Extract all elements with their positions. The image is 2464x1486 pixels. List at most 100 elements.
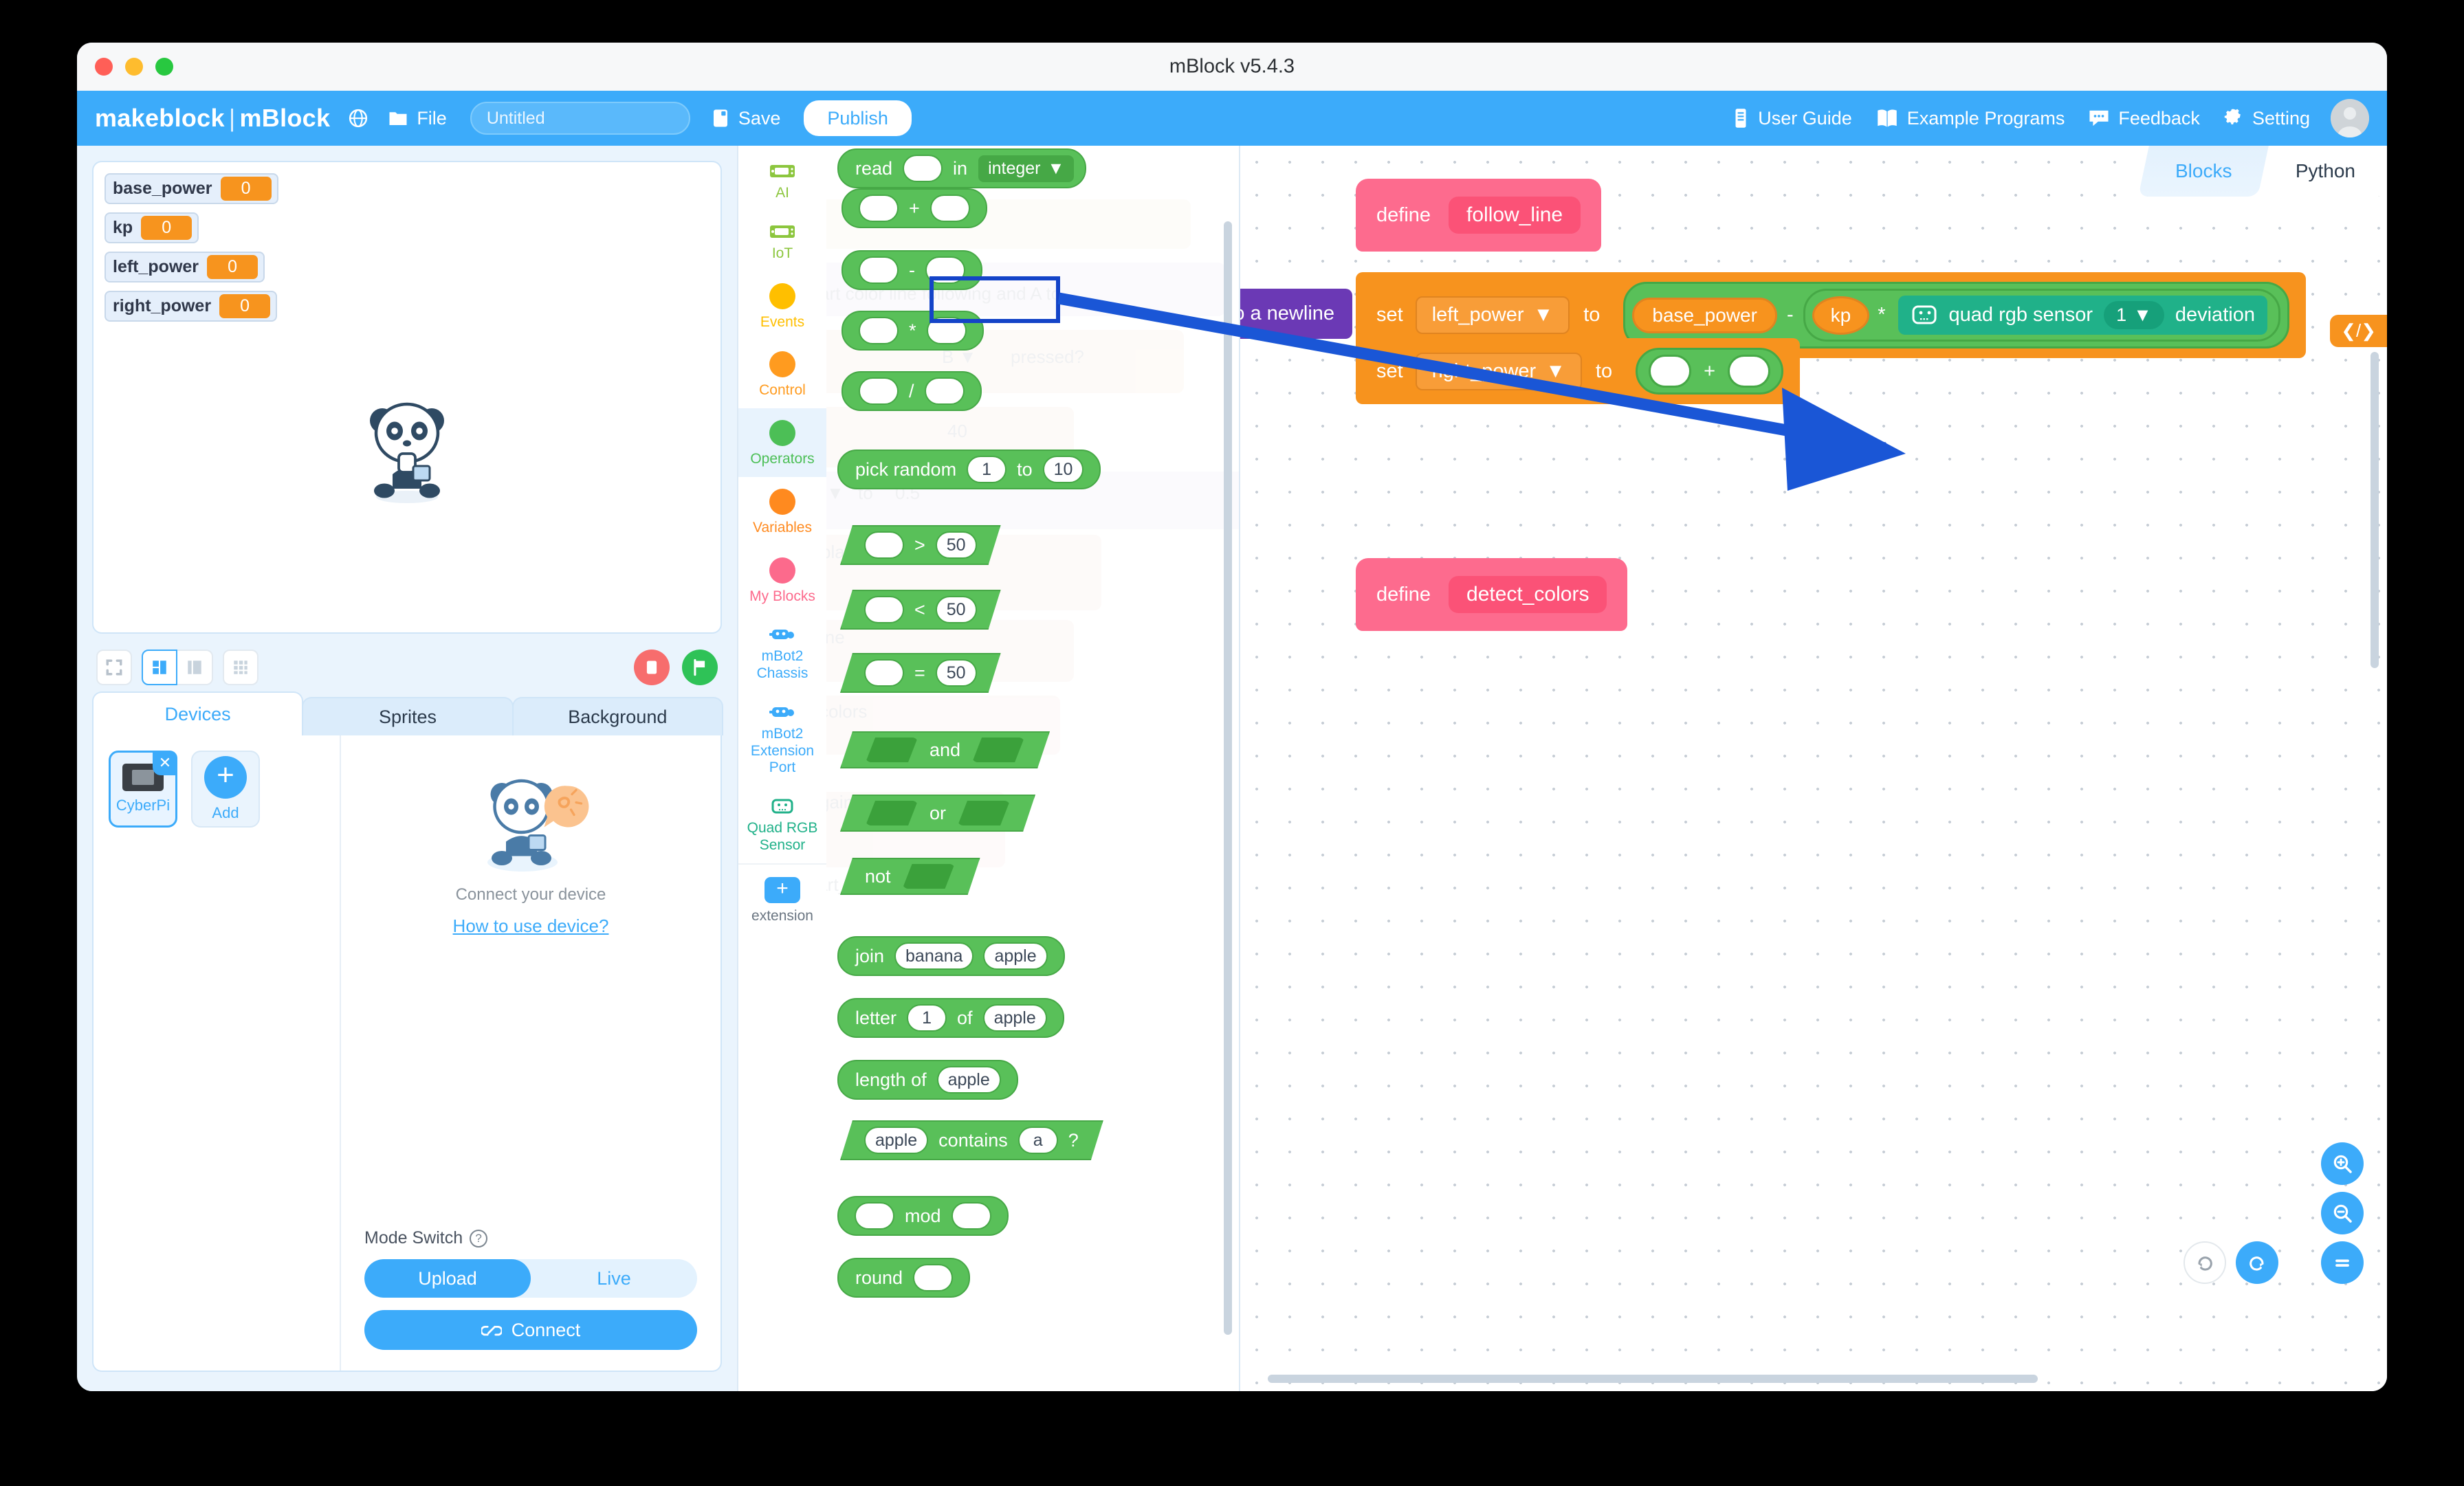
category-events[interactable]: Events bbox=[738, 271, 826, 340]
operator-add-dropped[interactable]: + bbox=[1636, 348, 1784, 395]
zoom-in-button[interactable] bbox=[2321, 1142, 2364, 1185]
avatar[interactable] bbox=[2331, 99, 2369, 137]
script-block-set-right-power[interactable]: set right_power ▼ to + bbox=[1356, 338, 1801, 404]
variable-monitor[interactable]: left_power 0 bbox=[104, 252, 265, 282]
greater-right-slot[interactable]: 50 bbox=[936, 531, 977, 559]
tab-devices[interactable]: Devices bbox=[92, 691, 304, 735]
connect-button[interactable]: Connect bbox=[364, 1310, 697, 1350]
custom-block-name[interactable]: detect_colors bbox=[1449, 576, 1607, 613]
set-right-variable-dropdown[interactable]: right_power ▼ bbox=[1415, 352, 1582, 390]
stage[interactable]: base_power 0 kp 0 left_power 0 right_pow… bbox=[92, 161, 722, 634]
category-ai[interactable]: AI bbox=[738, 146, 826, 211]
quad-rgb-sensor-block[interactable]: quad rgb sensor 1 ▼ deviation bbox=[1898, 296, 2267, 335]
letter-index-slot[interactable]: 1 bbox=[907, 1004, 947, 1032]
redo-button[interactable] bbox=[2184, 1241, 2226, 1284]
divide-right-slot[interactable] bbox=[924, 377, 965, 405]
variable-monitor[interactable]: base_power 0 bbox=[104, 173, 278, 204]
palette-block-pick-random[interactable]: pick random 1 to 10 bbox=[837, 450, 1101, 489]
question-icon[interactable]: ? bbox=[470, 1229, 488, 1247]
subtract-right-slot[interactable] bbox=[925, 256, 965, 284]
palette-block-and[interactable]: and bbox=[840, 731, 1050, 768]
palette-block-divide[interactable]: / bbox=[842, 371, 982, 411]
publish-button[interactable]: Publish bbox=[804, 100, 912, 136]
palette-block-add[interactable]: + bbox=[842, 188, 987, 228]
file-menu-button[interactable]: File bbox=[388, 108, 447, 129]
stage-grid-button[interactable] bbox=[223, 650, 258, 685]
category-quad-rgb-sensor[interactable]: Quad RGB Sensor bbox=[738, 786, 826, 863]
palette-block-join[interactable]: join banana apple bbox=[837, 936, 1065, 976]
pick-random-from-slot[interactable]: 1 bbox=[967, 456, 1007, 483]
pick-random-to-slot[interactable]: 10 bbox=[1042, 456, 1084, 483]
device-card-cyberpi[interactable]: ✕ CyberPi bbox=[109, 751, 177, 828]
mode-upload-button[interactable]: Upload bbox=[364, 1259, 531, 1298]
mod-right-slot[interactable] bbox=[951, 1202, 991, 1230]
palette-block-or[interactable]: or bbox=[840, 795, 1035, 832]
add-extension-button[interactable]: + extension bbox=[738, 863, 826, 934]
green-flag-button[interactable] bbox=[682, 650, 718, 685]
equal-left-slot[interactable] bbox=[864, 659, 904, 687]
set-left-variable-dropdown[interactable]: left_power ▼ bbox=[1415, 296, 1570, 334]
or-left-slot[interactable] bbox=[866, 801, 918, 825]
script-block-purple-newline[interactable]: stop and move to a newline bbox=[1240, 289, 1353, 339]
palette-block-length-of[interactable]: length of apple bbox=[837, 1060, 1018, 1100]
and-left-slot[interactable] bbox=[866, 738, 918, 762]
category-mbot2-extension-port[interactable]: mBot2 Extension Port bbox=[738, 691, 826, 786]
add-device-button[interactable]: + Add bbox=[191, 751, 260, 828]
stage-size-large-button[interactable] bbox=[142, 650, 177, 685]
project-name-input[interactable] bbox=[470, 102, 690, 135]
panda-sprite[interactable] bbox=[355, 389, 459, 506]
remove-device-icon[interactable]: ✕ bbox=[153, 751, 177, 775]
palette-block-greater[interactable]: > 50 bbox=[840, 525, 1001, 565]
category-iot[interactable]: IoT bbox=[738, 211, 826, 271]
and-right-slot[interactable] bbox=[972, 738, 1024, 762]
save-button[interactable]: Save bbox=[711, 108, 780, 129]
length-of-slot[interactable]: apple bbox=[936, 1066, 1001, 1094]
read-value-slot[interactable] bbox=[903, 155, 943, 182]
workspace[interactable]: Blocks Python stop and move to a newline… bbox=[1239, 146, 2387, 1391]
code-view-button[interactable]: ❮/❯ bbox=[2330, 315, 2387, 347]
palette-block-contains[interactable]: apple contains a ? bbox=[840, 1120, 1103, 1160]
feedback-button[interactable]: Feedback bbox=[2088, 108, 2200, 129]
read-type-dropdown[interactable]: integer ▼ bbox=[978, 155, 1075, 182]
subtract-left-slot[interactable] bbox=[859, 256, 899, 284]
category-my-blocks[interactable]: My Blocks bbox=[738, 546, 826, 614]
tab-blocks[interactable]: Blocks bbox=[2138, 146, 2269, 197]
palette-block-read-in[interactable]: read in integer ▼ bbox=[837, 148, 1087, 188]
mode-live-button[interactable]: Live bbox=[531, 1259, 697, 1298]
add-left-slot[interactable] bbox=[1649, 355, 1692, 388]
contains-haystack-slot[interactable]: apple bbox=[864, 1127, 928, 1154]
variable-monitor[interactable]: right_power 0 bbox=[104, 291, 278, 322]
add-right-slot[interactable] bbox=[930, 195, 970, 222]
category-control[interactable]: Control bbox=[738, 340, 826, 408]
stage-size-small-button[interactable] bbox=[177, 650, 213, 685]
less-right-slot[interactable]: 50 bbox=[936, 596, 977, 623]
palette-block-not[interactable]: not bbox=[840, 858, 980, 895]
mod-left-slot[interactable] bbox=[855, 1202, 894, 1230]
palette-block-mod[interactable]: mod bbox=[837, 1196, 1009, 1236]
multiply-left-slot[interactable] bbox=[859, 317, 899, 344]
greater-left-slot[interactable] bbox=[864, 531, 904, 559]
example-programs-button[interactable]: Example Programs bbox=[1876, 108, 2065, 129]
category-mbot2-chassis[interactable]: mBot2 Chassis bbox=[738, 614, 826, 691]
variable-kp[interactable]: kp bbox=[1812, 296, 1870, 335]
tab-python[interactable]: Python bbox=[2263, 146, 2387, 197]
palette-block-equal[interactable]: = 50 bbox=[840, 653, 1001, 693]
sensor-index-dropdown[interactable]: 1 ▼ bbox=[2104, 301, 2164, 329]
palette-block-round[interactable]: round bbox=[837, 1258, 971, 1298]
round-slot[interactable] bbox=[913, 1264, 954, 1291]
script-block-define-follow-line[interactable]: define follow_line bbox=[1356, 179, 1602, 252]
palette-block-subtract[interactable]: - bbox=[842, 250, 982, 290]
join-second-slot[interactable]: apple bbox=[983, 942, 1048, 970]
palette-block-letter-of[interactable]: letter 1 of apple bbox=[837, 998, 1064, 1038]
or-right-slot[interactable] bbox=[958, 801, 1010, 825]
category-operators[interactable]: Operators bbox=[738, 408, 826, 477]
contains-needle-slot[interactable]: a bbox=[1018, 1127, 1058, 1154]
zoom-out-button[interactable] bbox=[2321, 1192, 2364, 1234]
setting-button[interactable]: Setting bbox=[2223, 108, 2310, 129]
letter-text-slot[interactable]: apple bbox=[982, 1004, 1047, 1032]
palette-block-multiply[interactable]: * bbox=[842, 311, 984, 351]
not-slot[interactable] bbox=[903, 864, 955, 889]
divide-left-slot[interactable] bbox=[859, 377, 899, 405]
palette-scrollbar[interactable] bbox=[1224, 221, 1232, 1335]
language-button[interactable] bbox=[348, 108, 368, 129]
